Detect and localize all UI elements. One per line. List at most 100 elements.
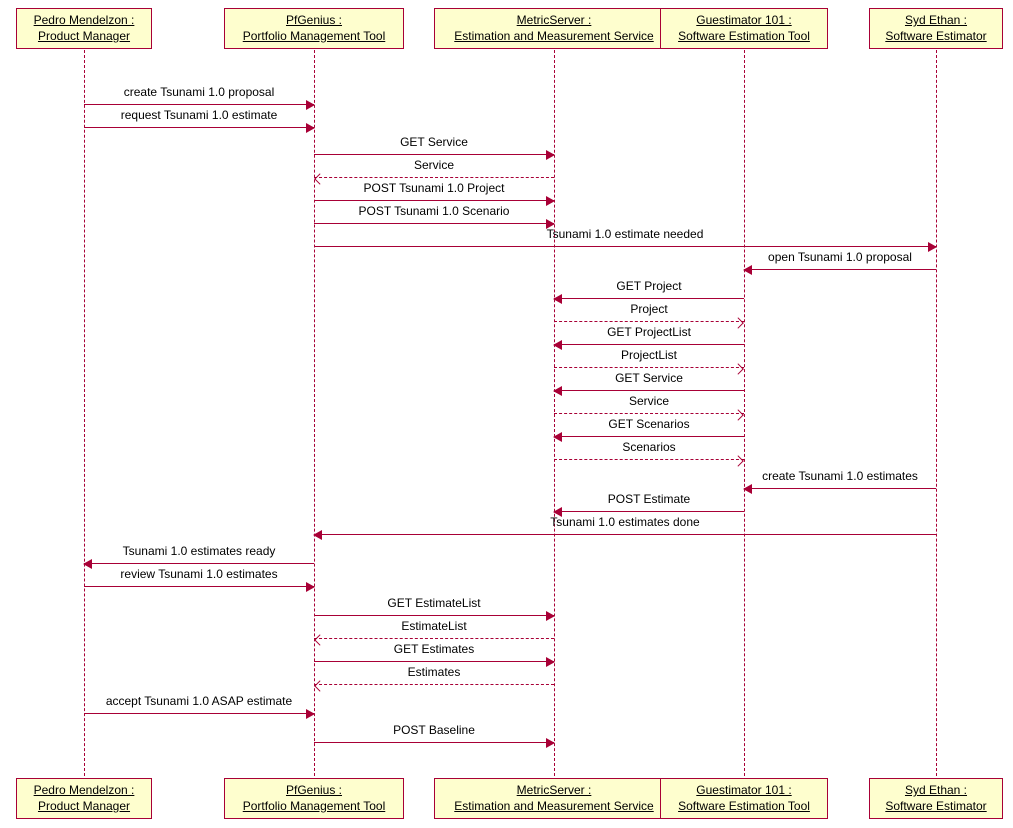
participant-name: MetricServer :: [443, 13, 665, 29]
message-arrow: [554, 436, 744, 437]
message-label: ProjectList: [621, 348, 677, 362]
participant-role: Estimation and Measurement Service: [443, 799, 665, 815]
lifeline: [84, 50, 85, 776]
message: create Tsunami 1.0 proposal: [84, 85, 314, 105]
participant-role: Portfolio Management Tool: [233, 799, 395, 815]
message: GET Estimates: [314, 642, 554, 662]
message-label: Tsunami 1.0 estimates ready: [123, 544, 276, 558]
participant-role: Software Estimator: [878, 29, 994, 45]
participant-role: Software Estimator: [878, 799, 994, 815]
sequence-diagram: Pedro Mendelzon :Product ManagerPedro Me…: [0, 0, 1013, 828]
participant-box: Pedro Mendelzon :Product Manager: [16, 8, 152, 49]
participant-name: Guestimator 101 :: [669, 13, 819, 29]
message-label: Estimates: [408, 665, 461, 679]
message-label: accept Tsunami 1.0 ASAP estimate: [106, 694, 292, 708]
message-arrow: [554, 298, 744, 299]
participant-role: Software Estimation Tool: [669, 799, 819, 815]
message: request Tsunami 1.0 estimate: [84, 108, 314, 128]
message: Scenarios: [554, 440, 744, 460]
message-arrow: [314, 534, 936, 535]
message-arrow: [314, 742, 554, 743]
participant-role: Software Estimation Tool: [669, 29, 819, 45]
participant-box: Guestimator 101 :Software Estimation Too…: [660, 778, 828, 819]
message: ProjectList: [554, 348, 744, 368]
message: POST Estimate: [554, 492, 744, 512]
participant-box: Guestimator 101 :Software Estimation Too…: [660, 8, 828, 49]
participant-name: PfGenius :: [233, 13, 395, 29]
participant-role: Estimation and Measurement Service: [443, 29, 665, 45]
message: accept Tsunami 1.0 ASAP estimate: [84, 694, 314, 714]
message-label: GET Service: [400, 135, 468, 149]
message-arrow: [314, 684, 554, 685]
message: Tsunami 1.0 estimates ready: [84, 544, 314, 564]
message-arrow: [84, 563, 314, 564]
message-label: GET Estimates: [394, 642, 474, 656]
message-arrow: [554, 390, 744, 391]
participant-box: MetricServer :Estimation and Measurement…: [434, 8, 674, 49]
message: open Tsunami 1.0 proposal: [744, 250, 936, 270]
message-label: POST Tsunami 1.0 Scenario: [359, 204, 510, 218]
message: GET Scenarios: [554, 417, 744, 437]
message-label: Project: [630, 302, 667, 316]
message-arrow: [314, 177, 554, 178]
message-label: GET Scenarios: [608, 417, 689, 431]
message: Service: [314, 158, 554, 178]
message-label: create Tsunami 1.0 proposal: [124, 85, 275, 99]
message-label: Tsunami 1.0 estimates done: [550, 515, 699, 529]
message: Tsunami 1.0 estimate needed: [314, 227, 936, 247]
message-label: GET Project: [616, 279, 681, 293]
participant-name: Pedro Mendelzon :: [25, 13, 143, 29]
message-arrow: [314, 223, 554, 224]
message: GET ProjectList: [554, 325, 744, 345]
participant-role: Product Manager: [25, 29, 143, 45]
message-label: POST Baseline: [393, 723, 475, 737]
message-arrow: [554, 367, 744, 368]
participant-box: Pedro Mendelzon :Product Manager: [16, 778, 152, 819]
message-arrow: [84, 127, 314, 128]
message-label: Scenarios: [622, 440, 675, 454]
message-arrow: [554, 511, 744, 512]
message-label: Service: [629, 394, 669, 408]
lifeline: [936, 50, 937, 776]
message-label: open Tsunami 1.0 proposal: [768, 250, 912, 264]
participant-name: Guestimator 101 :: [669, 783, 819, 799]
message-arrow: [314, 661, 554, 662]
message: Project: [554, 302, 744, 322]
message-label: create Tsunami 1.0 estimates: [762, 469, 918, 483]
message: POST Tsunami 1.0 Scenario: [314, 204, 554, 224]
message-arrow: [314, 246, 936, 247]
message: POST Tsunami 1.0 Project: [314, 181, 554, 201]
message-label: Tsunami 1.0 estimate needed: [547, 227, 704, 241]
message: create Tsunami 1.0 estimates: [744, 469, 936, 489]
message-label: Service: [414, 158, 454, 172]
message-arrow: [314, 200, 554, 201]
participant-name: Syd Ethan :: [878, 783, 994, 799]
participant-name: Pedro Mendelzon :: [25, 783, 143, 799]
message: Tsunami 1.0 estimates done: [314, 515, 936, 535]
message-label: review Tsunami 1.0 estimates: [120, 567, 277, 581]
participant-name: PfGenius :: [233, 783, 395, 799]
participant-box: Syd Ethan :Software Estimator: [869, 8, 1003, 49]
message-arrow: [84, 586, 314, 587]
message-arrow: [84, 104, 314, 105]
message-arrow: [314, 615, 554, 616]
message-arrow: [744, 488, 936, 489]
message-label: GET Service: [615, 371, 683, 385]
participant-role: Portfolio Management Tool: [233, 29, 395, 45]
message-label: request Tsunami 1.0 estimate: [121, 108, 278, 122]
participant-name: MetricServer :: [443, 783, 665, 799]
participant-box: MetricServer :Estimation and Measurement…: [434, 778, 674, 819]
message: GET Service: [554, 371, 744, 391]
message-label: GET ProjectList: [607, 325, 691, 339]
message-label: EstimateList: [401, 619, 466, 633]
participant-name: Syd Ethan :: [878, 13, 994, 29]
participant-box: PfGenius :Portfolio Management Tool: [224, 778, 404, 819]
message: Estimates: [314, 665, 554, 685]
message-arrow: [314, 154, 554, 155]
participant-role: Product Manager: [25, 799, 143, 815]
message: review Tsunami 1.0 estimates: [84, 567, 314, 587]
message-arrow: [554, 413, 744, 414]
message-label: POST Tsunami 1.0 Project: [364, 181, 505, 195]
participant-box: PfGenius :Portfolio Management Tool: [224, 8, 404, 49]
participant-box: Syd Ethan :Software Estimator: [869, 778, 1003, 819]
